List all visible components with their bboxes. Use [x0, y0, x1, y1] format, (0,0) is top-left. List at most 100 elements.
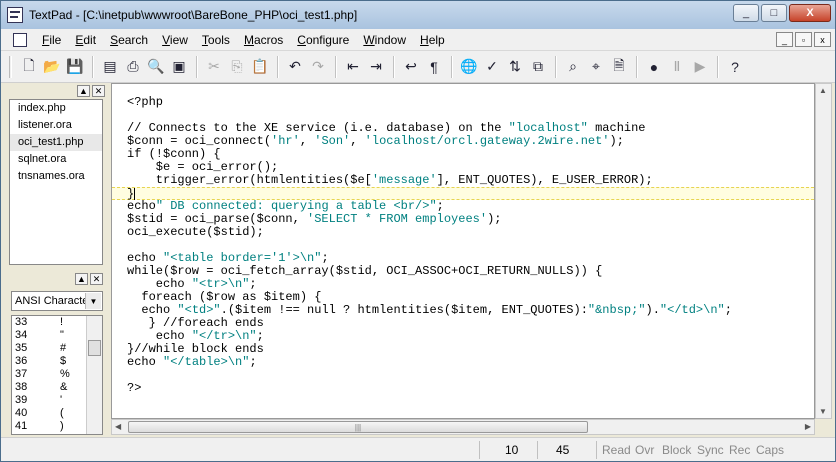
code-token: oci_execute($stid); — [127, 225, 264, 239]
menu-window[interactable]: Window — [356, 33, 413, 47]
view-icon[interactable]: ▣ — [168, 56, 190, 78]
toolbar-separator — [451, 55, 453, 78]
spelling-icon[interactable]: ✓ — [481, 56, 503, 78]
scroll-up-icon[interactable]: ▲ — [819, 86, 827, 95]
doc-restore-button[interactable]: ▫ — [795, 32, 812, 47]
compare-icon[interactable]: ⧉ — [527, 56, 549, 78]
doc-minimize-button[interactable]: _ — [776, 32, 793, 47]
char-code: 33 — [15, 316, 28, 328]
scroll-down-icon[interactable]: ▼ — [819, 407, 827, 416]
title-bar[interactable]: TextPad - [C:\inetpub\wwwroot\BareBone_P… — [1, 1, 835, 29]
vertical-scrollbar[interactable]: ▲ ▼ — [815, 83, 832, 419]
print-preview-icon[interactable]: 🔍 — [145, 56, 167, 78]
code-token: // Connects to the XE service (i.e. data… — [127, 121, 509, 135]
menu-tools[interactable]: Tools — [195, 33, 237, 47]
code-token: } //foreach ends — [127, 316, 264, 330]
manage-files-icon[interactable]: ▤ — [99, 56, 121, 78]
open-folder-icon[interactable]: 📂 — [41, 56, 63, 78]
string-token: "</tr>\n" — [191, 329, 257, 343]
menu-search[interactable]: Search — [103, 33, 155, 47]
code-token: ; — [256, 329, 264, 343]
indent-icon[interactable]: ⇤ — [342, 56, 364, 78]
find-next-icon[interactable]: ⌖ — [585, 56, 607, 78]
code-token: echo — [127, 303, 178, 317]
menu-file[interactable]: File — [35, 33, 68, 47]
char-glyph: $ — [60, 355, 67, 367]
code-token: machine — [587, 121, 646, 135]
horizontal-scrollbar[interactable]: ◀ ||| ▶ — [111, 419, 815, 435]
document-icon[interactable] — [13, 32, 27, 47]
close-button[interactable]: X — [789, 4, 831, 22]
record-macro-icon[interactable]: ● — [643, 56, 665, 78]
code-token: if (!$conn) { — [127, 147, 221, 161]
toolbar-grip[interactable] — [9, 55, 12, 78]
find-in-files-icon[interactable]: 🗎 — [608, 56, 630, 78]
clip-library-select[interactable]: ANSI Characte ▼ — [11, 291, 103, 311]
save-icon[interactable]: 💾 — [64, 56, 86, 78]
menu-help[interactable]: Help — [413, 33, 452, 47]
play-macro-icon[interactable]: ▶ — [689, 56, 711, 78]
string-token: "<tr>\n" — [191, 277, 250, 291]
new-file-icon[interactable]: 🗋 — [18, 56, 40, 78]
document-item[interactable]: listener.ora — [10, 117, 102, 134]
toolbar-separator — [393, 55, 395, 78]
maximize-button[interactable]: □ — [761, 4, 787, 22]
menu-macros[interactable]: Macros — [237, 33, 290, 47]
status-read[interactable]: Read — [602, 442, 631, 458]
scroll-right-icon[interactable]: ▶ — [805, 422, 811, 431]
cut-icon[interactable]: ✂ — [203, 56, 225, 78]
undock-icon[interactable]: ▲ — [75, 273, 88, 285]
sort-icon[interactable]: ⇅ — [504, 56, 526, 78]
code-line: $conn = oci_connect('hr', 'Son', 'localh… — [127, 135, 814, 148]
status-block[interactable]: Block — [662, 442, 691, 458]
menu-configure[interactable]: Configure — [290, 33, 356, 47]
browser-icon[interactable]: 🌐 — [458, 56, 480, 78]
word-wrap-icon[interactable]: ↩ — [400, 56, 422, 78]
status-caps[interactable]: Caps — [756, 442, 784, 458]
toolbar: 🗋 📂 💾 ▤ ⎙ 🔍 ▣ ✂ ⎘ 📋 ↶ ↷ ⇤ ⇥ ↩ ¶ 🌐 ✓ ⇅ ⧉ ⌕ ⌖ 🗎 ● Ⅱ ▶? — [1, 51, 835, 83]
menu-edit[interactable]: Edit — [68, 33, 103, 47]
find-icon[interactable]: ⌕ — [562, 56, 584, 78]
document-item[interactable]: sqlnet.ora — [10, 151, 102, 168]
minimize-button[interactable]: _ — [733, 4, 759, 22]
code-line: ?> — [127, 382, 814, 395]
paste-icon[interactable]: 📋 — [249, 56, 271, 78]
close-panel-icon[interactable]: ✕ — [92, 85, 105, 97]
code-token: ?> — [127, 381, 142, 395]
code-token: while($row = oci_fetch_array($stid, OCI_… — [127, 264, 603, 278]
undo-icon[interactable]: ↶ — [284, 56, 306, 78]
outdent-icon[interactable]: ⇥ — [365, 56, 387, 78]
pause-macro-icon[interactable]: Ⅱ — [666, 56, 688, 78]
code-token: ); — [609, 134, 624, 148]
code-token: ; — [436, 199, 444, 213]
scroll-thumb[interactable]: ||| — [128, 421, 588, 433]
redo-icon[interactable]: ↷ — [307, 56, 329, 78]
status-overwrite[interactable]: Ovr — [635, 442, 654, 458]
document-item[interactable]: index.php — [10, 100, 102, 117]
clip-library-scrollbar[interactable] — [86, 316, 102, 434]
copy-icon[interactable]: ⎘ — [226, 56, 248, 78]
code-token: echo — [127, 277, 192, 291]
status-record[interactable]: Rec — [729, 442, 750, 458]
doc-close-button[interactable]: x — [814, 32, 831, 47]
close-panel-icon[interactable]: ✕ — [90, 273, 103, 285]
menu-view[interactable]: View — [155, 33, 195, 47]
scroll-thumb[interactable] — [88, 340, 101, 356]
help-icon[interactable]: ? — [724, 56, 746, 78]
char-glyph: % — [60, 368, 70, 380]
char-code: 34 — [15, 329, 28, 341]
chevron-down-icon[interactable]: ▼ — [85, 293, 101, 309]
scroll-left-icon[interactable]: ◀ — [115, 422, 121, 431]
print-icon[interactable]: ⎙ — [122, 56, 144, 78]
undock-icon[interactable]: ▲ — [77, 85, 90, 97]
string-token: " DB connected: querying a table <br/>" — [155, 199, 437, 213]
document-item[interactable]: oci_test1.php — [10, 134, 102, 151]
code-editor[interactable]: <?php // Connects to the XE service (i.e.… — [111, 83, 815, 419]
code-line: <?php — [127, 96, 814, 109]
document-item[interactable]: tnsnames.ora — [10, 168, 102, 185]
char-code: 41 — [15, 420, 28, 432]
visible-spaces-icon[interactable]: ¶ — [423, 56, 445, 78]
status-sync[interactable]: Sync — [697, 442, 724, 458]
char-code: 37 — [15, 368, 28, 380]
textpad-app-icon[interactable] — [7, 7, 23, 23]
